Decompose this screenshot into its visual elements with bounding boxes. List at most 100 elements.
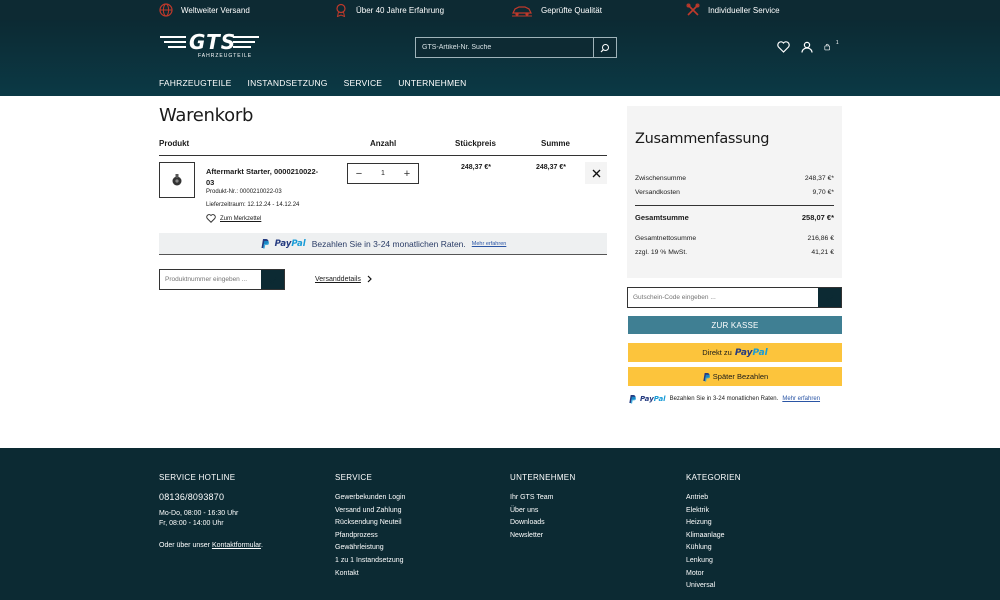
paypal-logo: PayPal	[735, 348, 768, 358]
nav-item-service[interactable]: SERVICE	[344, 78, 383, 88]
add-to-wishlist-link[interactable]: Zum Merkzettel	[206, 214, 261, 223]
coupon-form	[627, 287, 842, 308]
footer-link[interactable]: Motor	[686, 568, 741, 581]
net-total-value: 216,86 €	[807, 235, 834, 242]
product-number: Produkt-Nr.: 0000210022-03	[206, 189, 282, 195]
search-button[interactable]	[593, 38, 616, 57]
footer-link[interactable]: Kontakt	[335, 568, 405, 581]
footer-link[interactable]: Ihr GTS Team	[510, 492, 576, 505]
shipping-details-label: Versanddetails	[315, 275, 361, 283]
footer-link[interactable]: Klimaanlage	[686, 530, 741, 543]
footer-link[interactable]: Elektrik	[686, 505, 741, 518]
footer-link[interactable]: Rücksendung Neuteil	[335, 517, 405, 530]
coupon-submit-button[interactable]	[818, 288, 841, 307]
globe-icon	[159, 3, 173, 17]
paypal-note-text: Bezahlen Sie in 3-24 monatlichen Raten.	[669, 396, 779, 402]
starter-motor-image	[172, 174, 182, 186]
vat-row: zzgl. 19 % MwSt. 41,21 €	[635, 249, 834, 256]
paypal-logo-pal: Pal	[653, 395, 666, 403]
site-header: GTS FAHRZEUGTEILE 1 FAHRZEUGTEILE INSTAN…	[0, 20, 1000, 96]
line-total: 248,37 €*	[536, 164, 566, 171]
product-name[interactable]: Aftermarkt Starter, 0000210022-03	[206, 166, 326, 188]
paypal-later-button[interactable]: Später Bezahlen	[628, 367, 842, 386]
car-quality-icon	[511, 3, 533, 17]
footer-link[interactable]: 1 zu 1 Instandsetzung	[335, 555, 405, 568]
footer-link[interactable]: Heizung	[686, 517, 741, 530]
close-icon	[592, 169, 600, 177]
account-button[interactable]	[800, 40, 814, 54]
remove-item-button[interactable]	[585, 162, 607, 184]
col-product: Produkt	[159, 139, 190, 148]
usp-label: Geprüfte Qualität	[541, 5, 602, 15]
paypal-installment-banner: PayPal Bezahlen Sie in 3-24 monatlichen …	[159, 233, 607, 255]
checkout-button[interactable]: ZUR KASSE	[628, 316, 842, 334]
cart-button[interactable]: 1	[824, 40, 839, 54]
header-actions: 1	[776, 40, 839, 54]
paypal-direct-button[interactable]: Direkt zu PayPal	[628, 343, 842, 362]
paypal-logo-pay: Pay	[640, 395, 654, 403]
contact-prefix: Oder über unser	[159, 542, 210, 549]
paypal-direct-label: Direkt zu	[702, 348, 732, 357]
product-number-submit-button[interactable]	[261, 270, 284, 289]
footer-heading: SERVICE HOTLINE	[159, 473, 236, 482]
user-icon	[801, 41, 813, 53]
nav-item-instandsetzung[interactable]: INSTANDSETZUNG	[248, 78, 328, 88]
paypal-later-label: Später Bezahlen	[712, 372, 769, 381]
footer-heading: KATEGORIEN	[686, 473, 741, 482]
coupon-input[interactable]	[628, 288, 818, 307]
paypal-logo-pay: Pay	[274, 238, 292, 249]
nav-item-unternehmen[interactable]: UNTERNEHMEN	[398, 78, 466, 88]
heart-icon	[776, 41, 790, 53]
footer-link[interactable]: Pfandprozess	[335, 530, 405, 543]
footer-link[interactable]: Gewährleistung	[335, 542, 405, 555]
footer-link[interactable]: Universal	[686, 580, 741, 593]
footer-link[interactable]: Lenkung	[686, 555, 741, 568]
footer-link[interactable]: Über uns	[510, 505, 576, 518]
total-row: Gesamtsumme 258,07 €*	[635, 213, 834, 222]
hours-fri: Fr, 08:00 - 14:00 Uhr	[159, 520, 224, 527]
paypal-banner-link[interactable]: Mehr erfahren	[472, 241, 507, 247]
order-summary: Zusammenfassung Zwischensumme 248,37 €* V…	[627, 106, 842, 278]
footer-link[interactable]: Versand und Zahlung	[335, 505, 405, 518]
cart-table-header: Produkt Anzahl Stückpreis Summe	[159, 138, 607, 156]
check-icon	[825, 294, 834, 302]
quantity-stepper: − 1 +	[347, 163, 419, 184]
chevron-right-icon	[367, 275, 372, 283]
product-thumbnail[interactable]	[159, 162, 195, 198]
cart-bag-icon	[824, 43, 830, 51]
product-number-input[interactable]	[160, 270, 261, 289]
quantity-decrease-button[interactable]: −	[353, 168, 365, 180]
quantity-value[interactable]: 1	[381, 170, 385, 177]
paypal-note-link[interactable]: Mehr erfahren	[782, 396, 820, 402]
total-label: Gesamtsumme	[635, 213, 689, 222]
wishlist-label: Zum Merkzettel	[220, 215, 262, 222]
footer-categories: KATEGORIEN Antrieb Elektrik Heizung Klim…	[686, 473, 741, 593]
footer-link[interactable]: Kühlung	[686, 542, 741, 555]
footer-link[interactable]: Downloads	[510, 517, 576, 530]
hotline-phone[interactable]: 08136/8093870	[159, 492, 263, 502]
shipping-value: 9,70 €*	[812, 189, 834, 196]
hours-mon-thu: Mo-Do, 08:00 - 16:30 Uhr	[159, 510, 239, 517]
nav-item-fahrzeugteile[interactable]: FAHRZEUGTEILE	[159, 78, 232, 88]
shipping-details-link[interactable]: Versanddetails	[315, 275, 372, 283]
contact-form-link[interactable]: Kontaktformular	[212, 542, 261, 549]
search-input[interactable]	[416, 38, 593, 57]
wishlist-button[interactable]	[776, 40, 790, 54]
footer-link[interactable]: Antrieb	[686, 492, 741, 505]
usp-shipping: Weltweiter Versand	[159, 3, 250, 17]
vat-label: zzgl. 19 % MwSt.	[635, 249, 688, 256]
subtotal-label: Zwischensumme	[635, 175, 686, 182]
vat-value: 41,21 €	[811, 249, 834, 256]
cart-line-item: Aftermarkt Starter, 0000210022-03 Produk…	[159, 156, 607, 228]
paypal-icon	[703, 372, 710, 381]
paypal-logo-pal: Pal	[291, 238, 306, 249]
shipping-row: Versandkosten 9,70 €*	[635, 189, 834, 196]
check-icon	[268, 276, 277, 284]
footer-link[interactable]: Newsletter	[510, 530, 576, 543]
quantity-increase-button[interactable]: +	[401, 168, 413, 180]
footer-link[interactable]: Gewerbekunden Login	[335, 492, 405, 505]
cart-count: 1	[835, 40, 839, 46]
award-icon	[334, 3, 348, 17]
paypal-icon	[261, 239, 269, 249]
delivery-period: Lieferzeitraum: 12.12.24 - 14.12.24	[206, 202, 300, 208]
